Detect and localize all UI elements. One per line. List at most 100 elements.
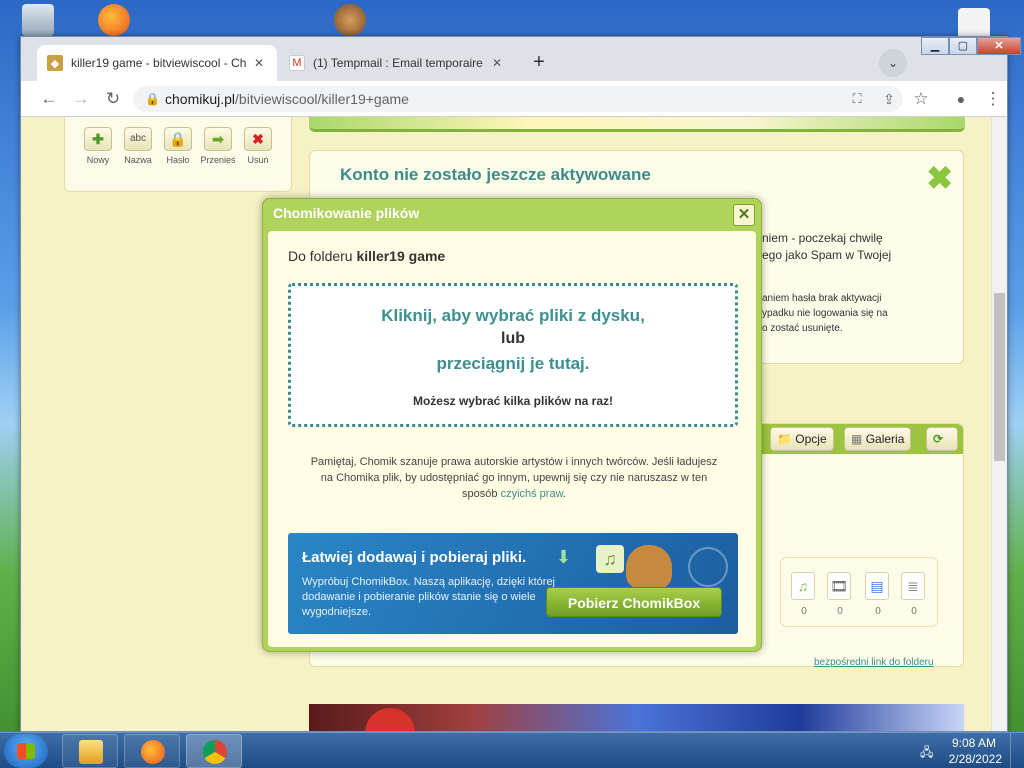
- tab-title: (1) Tempmail : Email temporaire: [313, 56, 483, 70]
- taskbar-firefox[interactable]: [124, 734, 180, 768]
- windows-flag-icon: [17, 743, 35, 759]
- gallery-label: Galeria: [865, 432, 905, 446]
- file-drop-zone[interactable]: Kliknij, aby wybrać pliki z dysku, lub p…: [288, 283, 738, 427]
- address-bar[interactable]: 🔒 chomikuj.pl/bitviewiscool/killer19+gam…: [133, 86, 903, 112]
- dialog-body: Do folderu killer19 game Kliknij, aby wy…: [268, 231, 756, 647]
- url-domain: chomikuj.pl: [165, 91, 236, 107]
- clock-date[interactable]: 2/28/2022: [949, 752, 1002, 766]
- image-count[interactable]: ▤ 0: [865, 572, 891, 617]
- direct-link[interactable]: bezpośredni link do folderu: [814, 657, 934, 668]
- upload-dialog: Chomikowanie plików ✕ Do folderu killer1…: [262, 198, 762, 652]
- new-tab-button[interactable]: +: [525, 49, 553, 77]
- taskbar-explorer[interactable]: [62, 734, 118, 768]
- bookmark-star-icon[interactable]: ☆: [909, 87, 933, 111]
- music-note-icon: ♫: [596, 545, 624, 573]
- page-scrollbar[interactable]: [991, 117, 1007, 731]
- minimize-button[interactable]: ▁: [921, 37, 949, 55]
- tool-delete[interactable]: ✖ Usuń: [239, 127, 277, 165]
- chomikbox-desktop-icon[interactable]: [334, 4, 366, 36]
- reload-button[interactable]: ↻: [101, 87, 125, 111]
- video-count[interactable]: 🎞 0: [827, 572, 853, 617]
- tab-title: killer19 game - bitviewiscool - Ch: [71, 56, 247, 70]
- maximize-button[interactable]: ▢: [949, 37, 977, 55]
- advertisement-banner[interactable]: [309, 704, 964, 731]
- tool-label: Hasło: [166, 155, 190, 165]
- folder-prefix: Do folderu: [288, 248, 353, 264]
- menu-icon[interactable]: ⋮: [981, 87, 1005, 111]
- folder-gear-icon: 📁: [777, 432, 792, 446]
- file-type-counts: ♫ 0 🎞 0 ▤ 0 ≣ 0: [780, 557, 938, 627]
- options-button[interactable]: 📁 Opcje: [770, 427, 834, 451]
- profile-icon[interactable]: ●: [949, 87, 973, 111]
- close-notice-icon[interactable]: ✖: [926, 159, 953, 197]
- tab-close-icon[interactable]: ✕: [489, 56, 505, 70]
- notice-line: ego jako Spam w Twojej: [762, 248, 892, 262]
- banner-artwork: [365, 708, 415, 731]
- taskbar-chrome[interactable]: [186, 734, 242, 768]
- copyright-notice: Pamiętaj, Chomik szanuje prawa autorskie…: [310, 456, 718, 500]
- target-folder: Do folderu killer19 game: [288, 248, 445, 264]
- arrow-right-icon: ➡: [204, 127, 232, 151]
- download-arrow-icon: ⬇: [556, 547, 572, 567]
- tab-close-icon[interactable]: ✕: [251, 56, 267, 70]
- tab-search-button[interactable]: ⌄: [879, 49, 907, 77]
- close-window-button[interactable]: ✕: [977, 37, 1021, 55]
- tab-chomikuj[interactable]: ◆ killer19 game - bitviewiscool - Ch ✕: [37, 45, 277, 81]
- hamster-icon: [626, 545, 672, 589]
- tab-bar: ◆ killer19 game - bitviewiscool - Ch ✕ M…: [21, 37, 1021, 81]
- options-label: Opcje: [795, 432, 827, 446]
- header-banner: [309, 117, 965, 132]
- folder-name: killer19 game: [356, 248, 446, 264]
- gallery-button[interactable]: ▦ Galeria: [844, 427, 912, 451]
- clock-time[interactable]: 9:08 AM: [952, 736, 996, 750]
- promo-title: Łatwiej dodawaj i pobieraj pliki.: [302, 549, 527, 566]
- notice-line: aniem hasła brak aktywacji: [762, 293, 882, 304]
- tool-label: Nazwa: [124, 155, 152, 165]
- translate-icon[interactable]: ⛶: [845, 87, 869, 111]
- url-path: /bitviewiscool/killer19+game: [235, 91, 409, 107]
- window-controls: ▁ ▢ ✕: [921, 37, 1021, 57]
- image-icon: ▤: [865, 572, 889, 600]
- lock-icon: 🔒: [164, 127, 192, 151]
- recycle-bin-icon[interactable]: [22, 4, 54, 36]
- music-icon: ♫: [791, 572, 815, 600]
- tool-new[interactable]: ✚ Nowy: [79, 127, 117, 165]
- notice-line: ypadku nie logowania się na: [762, 308, 888, 319]
- document-count[interactable]: ≣ 0: [901, 572, 927, 617]
- share-icon[interactable]: ⇪: [877, 87, 901, 111]
- rights-link[interactable]: czyichś praw: [501, 488, 563, 500]
- promo-description: Wypróbuj ChomikBox. Naszą aplikację, dzi…: [302, 576, 555, 618]
- back-button[interactable]: ←: [37, 87, 61, 111]
- count-value: 0: [911, 606, 917, 617]
- forward-button[interactable]: →: [69, 87, 93, 111]
- chomikuj-favicon-icon: ◆: [47, 55, 63, 71]
- dialog-title: Chomikowanie plików: [273, 205, 420, 221]
- tab-tempmail[interactable]: M (1) Tempmail : Email temporaire ✕: [279, 45, 515, 81]
- start-button[interactable]: [4, 734, 48, 768]
- download-chomikbox-button[interactable]: Pobierz ChomikBox: [546, 587, 722, 617]
- tool-rename[interactable]: abc Nazwa: [119, 127, 157, 165]
- abc-icon: abc: [124, 127, 152, 151]
- show-desktop-button[interactable]: [1010, 733, 1024, 768]
- count-value: 0: [875, 606, 881, 617]
- tool-label: Usuń: [247, 155, 269, 165]
- firefox-desktop-icon[interactable]: [98, 4, 130, 36]
- tool-move[interactable]: ➡ Przenieś: [199, 127, 237, 165]
- folder-toolbar-panel: ✚ Nowy abc Nazwa 🔒 Hasło ➡ Przenieś ✖ Us…: [64, 117, 292, 192]
- delete-icon: ✖: [244, 127, 272, 151]
- tool-password[interactable]: 🔒 Hasło: [159, 127, 197, 165]
- dialog-close-button[interactable]: ✕: [733, 204, 755, 226]
- firefox-icon: [141, 740, 165, 764]
- scrollbar-thumb[interactable]: [994, 293, 1005, 461]
- tool-label: Przenieś: [200, 155, 236, 165]
- music-count[interactable]: ♫ 0: [791, 572, 817, 617]
- network-icon[interactable]: 🖧: [920, 743, 933, 764]
- notice-title: Konto nie zostało jeszcze aktywowane: [340, 165, 651, 184]
- count-value: 0: [837, 606, 843, 617]
- taskbar: 🖧 9:08 AM 2/28/2022: [0, 732, 1024, 768]
- refresh-button[interactable]: ⟳: [926, 427, 958, 451]
- document-icon: ≣: [901, 572, 925, 600]
- folder-icon: [79, 740, 103, 764]
- drop-line-or: lub: [501, 330, 525, 347]
- notice-line: o zostać usunięte.: [762, 323, 843, 334]
